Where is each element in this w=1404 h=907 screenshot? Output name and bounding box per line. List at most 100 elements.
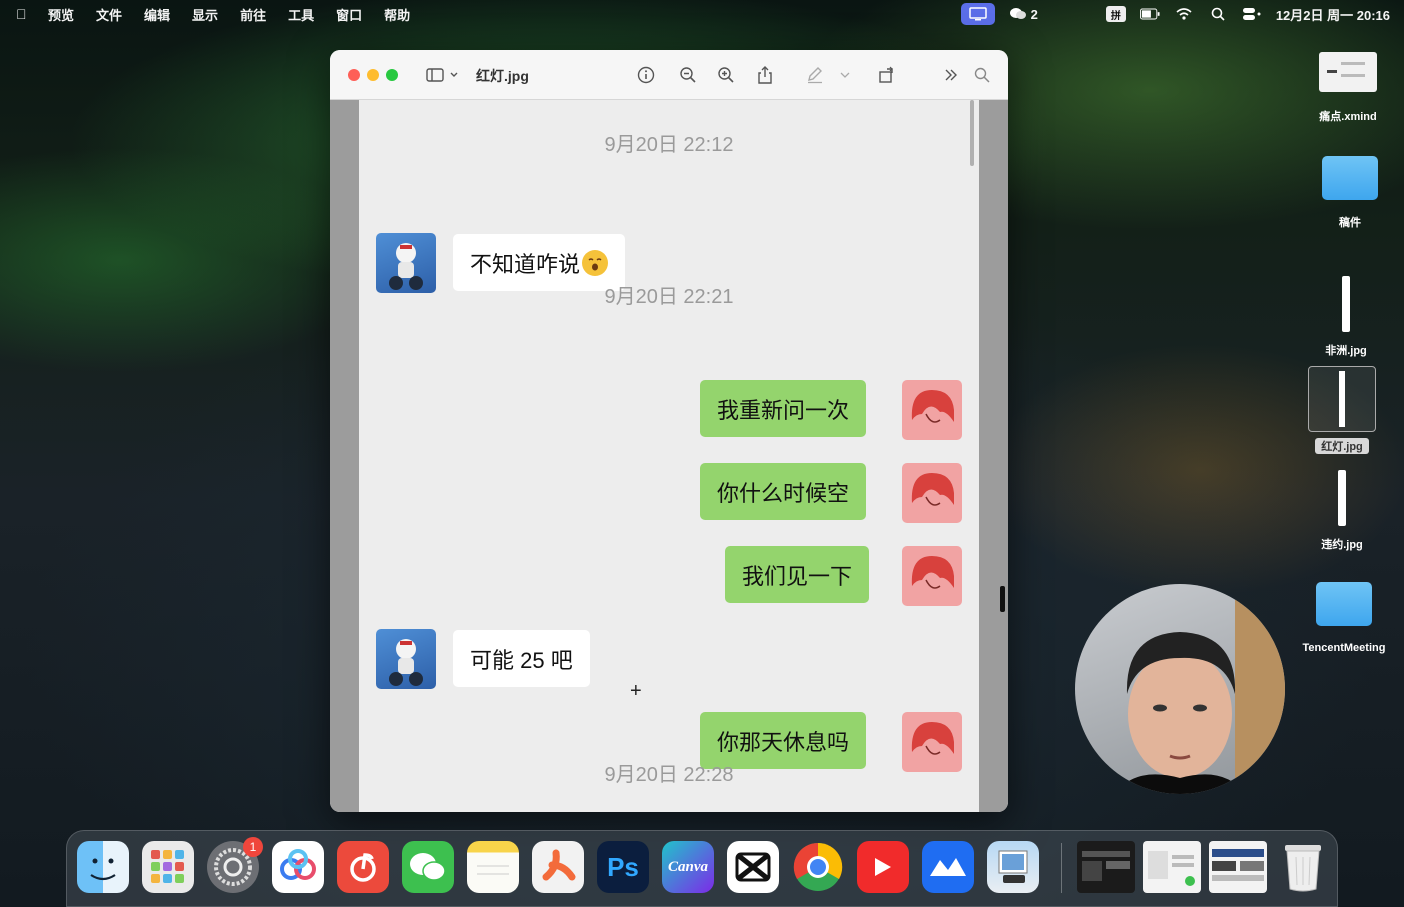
desktop-item-redlight-jpg[interactable]: 红灯.jpg xyxy=(1292,366,1392,454)
menu-tools[interactable]: 工具 xyxy=(288,5,314,24)
message-text: 我重新问一次 xyxy=(717,397,850,423)
folder-icon xyxy=(1316,582,1372,626)
wechat-count: 2 xyxy=(1030,6,1038,22)
markup-pen-icon[interactable] xyxy=(804,65,826,85)
sidebar-toggle-icon[interactable] xyxy=(424,65,462,85)
presenter-face-icon xyxy=(1115,584,1285,794)
image-file-icon xyxy=(1342,276,1350,332)
dock-notes-icon[interactable] xyxy=(467,841,519,893)
minimize-button[interactable] xyxy=(367,69,379,81)
user-avatar xyxy=(902,546,962,606)
battery-icon[interactable] xyxy=(1139,7,1160,21)
dock-lark-icon[interactable] xyxy=(922,841,974,893)
wechat-status-icon[interactable]: 2 xyxy=(1009,7,1038,22)
share-icon[interactable] xyxy=(754,65,776,85)
chat-timestamp: 9月20日 22:28 xyxy=(604,764,734,786)
dock-preview-icon[interactable] xyxy=(987,841,1039,893)
chat-screenshot-image: 9月20日 22:12 不知道咋说 9月20日 22:21 我重新问一次 你什么… xyxy=(359,100,979,812)
message-text: 我们见一下 xyxy=(742,563,853,589)
dock-chrome-icon[interactable] xyxy=(792,841,844,893)
message-bubble-left: 可能 25 吧 xyxy=(453,630,590,687)
contact-avatar xyxy=(376,629,436,689)
desktop-item-africa-jpg[interactable]: 非洲.jpg xyxy=(1296,276,1396,358)
desktop-item-folder-drafts[interactable]: 稿件 xyxy=(1300,156,1400,230)
info-icon[interactable] xyxy=(635,65,657,85)
dock-photoshop-icon[interactable]: Ps xyxy=(597,841,649,893)
desktop-item-label: 痛点.xmind xyxy=(1319,111,1377,123)
window-toolbar: 红灯.jpg xyxy=(330,50,1008,100)
notification-badge: 1 xyxy=(243,837,263,857)
dock: 1 Ps Canva xyxy=(66,830,1338,907)
menu-file[interactable]: 文件 xyxy=(96,5,122,24)
desktop-item-tencentmeeting[interactable]: TencentMeeting xyxy=(1292,582,1396,654)
menu-edit[interactable]: 编辑 xyxy=(144,5,170,24)
zoom-button[interactable] xyxy=(386,69,398,81)
more-toolbar-items-icon[interactable] xyxy=(940,65,962,85)
wifi-icon[interactable] xyxy=(1174,7,1194,21)
menubar-clock[interactable]: 12月2日 周一 20:16 xyxy=(1276,5,1390,24)
preview-window: 红灯.jpg 9月20日 22:12 不知道咋说 9月20日 22:21 我重新… xyxy=(330,50,1008,812)
control-center-icon[interactable] xyxy=(1242,7,1262,21)
close-button[interactable] xyxy=(348,69,360,81)
input-method-badge[interactable]: 拼 xyxy=(1105,6,1126,22)
markup-dropdown-chevron-icon[interactable] xyxy=(838,65,852,85)
chat-timestamp: 9月20日 22:12 xyxy=(604,134,734,156)
screen-share-icon[interactable] xyxy=(960,3,995,25)
dock-minimized-window-icon[interactable] xyxy=(1143,841,1201,893)
dock-capcut-icon[interactable] xyxy=(727,841,779,893)
desktop-item-xmind[interactable]: 痛点.xmind xyxy=(1298,52,1398,124)
desktop-item-breach-jpg[interactable]: 违约.jpg xyxy=(1292,470,1392,552)
spotlight-search-icon[interactable] xyxy=(1208,7,1228,21)
webcam-overlay xyxy=(1075,584,1285,794)
dock-trash-icon[interactable] xyxy=(1277,841,1329,893)
dock-youtube-icon[interactable] xyxy=(857,841,909,893)
menu-view[interactable]: 显示 xyxy=(192,5,218,24)
emoji-icon xyxy=(582,249,609,276)
zoom-in-icon[interactable] xyxy=(715,65,737,85)
dock-netease-music-icon[interactable] xyxy=(337,841,389,893)
image-file-icon xyxy=(1308,366,1376,432)
menu-go[interactable]: 前往 xyxy=(240,5,266,24)
user-avatar xyxy=(902,463,962,523)
dock-xmind-icon[interactable] xyxy=(532,841,584,893)
desktop-item-label: 红灯.jpg xyxy=(1315,438,1369,454)
scroll-thumb[interactable] xyxy=(970,100,974,166)
message-bubble-right: 你什么时候空 xyxy=(700,463,867,520)
menu-app[interactable]: 预览 xyxy=(48,5,74,24)
folder-icon xyxy=(1322,156,1378,200)
user-avatar xyxy=(902,380,962,440)
zoom-out-icon[interactable] xyxy=(677,65,699,85)
desktop-item-label: 非洲.jpg xyxy=(1325,345,1367,357)
dock-minimized-window-icon[interactable] xyxy=(1077,841,1135,893)
right-canvas-margin xyxy=(979,100,1008,812)
message-text: 你那天休息吗 xyxy=(717,729,850,755)
apple-menu-icon[interactable]:  xyxy=(16,6,30,22)
xmind-file-icon xyxy=(1319,52,1377,92)
desktop-item-label: TencentMeeting xyxy=(1302,642,1386,654)
left-canvas-margin xyxy=(330,100,359,812)
dock-finder-icon[interactable] xyxy=(77,841,129,893)
search-icon[interactable] xyxy=(971,65,993,85)
crosshair-cursor-icon: + xyxy=(630,680,642,702)
message-text: 可能 25 吧 xyxy=(470,647,573,673)
chat-timestamp: 9月20日 22:21 xyxy=(604,286,734,308)
rotate-icon[interactable] xyxy=(876,65,898,85)
message-text: 你什么时候空 xyxy=(717,480,850,506)
resize-cursor-icon xyxy=(1000,586,1005,612)
desktop-item-label: 稿件 xyxy=(1339,217,1361,229)
menu-bar:  预览 文件 编辑 显示 前往 工具 窗口 帮助 2 拼 12月2日 周一 2… xyxy=(0,0,1404,28)
message-bubble-right: 我们见一下 xyxy=(725,546,870,603)
dock-launchpad-icon[interactable] xyxy=(142,841,194,893)
desktop-item-label: 违约.jpg xyxy=(1321,539,1363,551)
message-text: 不知道咋说 xyxy=(470,251,581,277)
window-title: 红灯.jpg xyxy=(476,68,529,84)
dock-canva-icon[interactable]: Canva xyxy=(662,841,714,893)
dock-separator xyxy=(1061,843,1062,893)
dock-wechat-icon[interactable] xyxy=(402,841,454,893)
menu-window[interactable]: 窗口 xyxy=(336,5,362,24)
image-file-icon xyxy=(1338,470,1346,526)
dock-baidu-netdisk-icon[interactable] xyxy=(272,841,324,893)
menu-help[interactable]: 帮助 xyxy=(384,5,410,24)
dock-minimized-window-icon[interactable] xyxy=(1209,841,1267,893)
message-bubble-right: 我重新问一次 xyxy=(700,380,867,437)
